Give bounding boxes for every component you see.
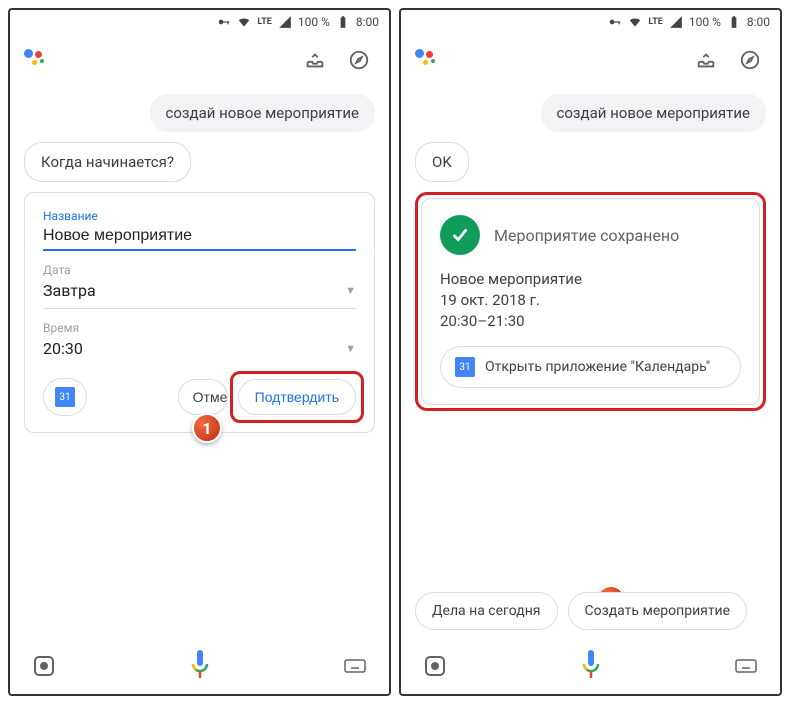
calendar-chip[interactable]: 31 bbox=[43, 378, 87, 416]
key-icon bbox=[217, 15, 231, 29]
assistant-logo-icon bbox=[24, 49, 46, 71]
open-calendar-label: Открыть приложение "Календарь" bbox=[485, 359, 710, 375]
battery-icon bbox=[727, 15, 741, 29]
lens-icon[interactable] bbox=[32, 654, 56, 678]
phone-right: LTE 100 % 8:00 создай новое мероприятие … bbox=[399, 8, 782, 696]
lte-label: LTE bbox=[648, 17, 663, 27]
bottom-bar bbox=[10, 638, 389, 694]
signal-icon bbox=[669, 15, 683, 29]
clock: 8:00 bbox=[356, 15, 379, 29]
chat-area: создай новое мероприятие Когда начинаетс… bbox=[10, 86, 389, 638]
header bbox=[10, 34, 389, 86]
chevron-down-icon: ▼ bbox=[345, 284, 356, 297]
highlight-box: Мероприятие сохранено Новое мероприятие … bbox=[415, 192, 766, 411]
clock: 8:00 bbox=[747, 15, 770, 29]
battery-icon bbox=[336, 15, 350, 29]
assistant-logo-icon bbox=[415, 49, 437, 71]
annotation-badge-1: 1 bbox=[192, 413, 222, 443]
header bbox=[401, 34, 780, 86]
time-label: Время bbox=[43, 321, 356, 335]
keyboard-icon[interactable] bbox=[734, 654, 758, 678]
event-form-card: Название Дата Завтра ▼ Время 20:30 ▼ 31 От… bbox=[24, 192, 375, 433]
key-icon bbox=[608, 15, 622, 29]
compass-icon[interactable] bbox=[734, 44, 766, 76]
mic-icon[interactable] bbox=[578, 650, 604, 682]
keyboard-icon[interactable] bbox=[343, 654, 367, 678]
status-bar: LTE 100 % 8:00 bbox=[401, 10, 780, 34]
calendar-icon: 31 bbox=[55, 387, 75, 407]
cancel-button[interactable]: Отмена bbox=[178, 379, 228, 415]
suggestion-row: Дела на сегодня Создать мероприятие bbox=[401, 592, 780, 638]
signal-icon bbox=[278, 15, 292, 29]
time-value: 20:30 bbox=[43, 339, 83, 358]
suggestion-chip[interactable]: Создать мероприятие bbox=[568, 592, 748, 630]
battery-pct: 100 % bbox=[298, 15, 330, 29]
user-message: создай новое мероприятие bbox=[150, 94, 375, 132]
date-label: Дата bbox=[43, 263, 356, 277]
status-bar: LTE 100 % 8:00 bbox=[10, 10, 389, 34]
wifi-icon bbox=[237, 15, 251, 29]
user-message: создай новое мероприятие bbox=[541, 94, 766, 132]
event-time: 20:30–21:30 bbox=[440, 311, 741, 332]
saved-label: Мероприятие сохранено bbox=[494, 226, 679, 245]
chevron-down-icon: ▼ bbox=[345, 342, 356, 355]
calendar-icon: 31 bbox=[455, 357, 475, 377]
chat-area: создай новое мероприятие OK Мероприятие … bbox=[401, 86, 780, 592]
lte-label: LTE bbox=[257, 17, 272, 27]
wifi-icon bbox=[628, 15, 642, 29]
event-title: Новое мероприятие bbox=[440, 269, 741, 290]
saved-card: Мероприятие сохранено Новое мероприятие … bbox=[421, 198, 760, 405]
annotation-badge-2: 2 bbox=[596, 585, 626, 592]
assistant-message: Когда начинается? bbox=[24, 142, 191, 182]
compass-icon[interactable] bbox=[343, 44, 375, 76]
inbox-icon[interactable] bbox=[690, 44, 722, 76]
open-calendar-button[interactable]: 31 Открыть приложение "Календарь" bbox=[440, 346, 741, 388]
title-label: Название bbox=[43, 209, 356, 223]
inbox-icon[interactable] bbox=[299, 44, 331, 76]
bottom-bar bbox=[401, 638, 780, 694]
confirm-button[interactable]: Подтвердить bbox=[238, 379, 356, 415]
phone-left: LTE 100 % 8:00 создай новое мероприятие … bbox=[8, 8, 391, 696]
check-icon bbox=[440, 215, 480, 255]
date-selector[interactable]: Завтра ▼ bbox=[43, 277, 356, 309]
mic-icon[interactable] bbox=[187, 650, 213, 682]
event-date: 19 окт. 2018 г. bbox=[440, 290, 741, 311]
assistant-message: OK bbox=[415, 142, 469, 182]
date-value: Завтра bbox=[43, 281, 96, 300]
title-input[interactable] bbox=[43, 223, 356, 251]
lens-icon[interactable] bbox=[423, 654, 447, 678]
suggestion-chip[interactable]: Дела на сегодня bbox=[415, 592, 558, 630]
battery-pct: 100 % bbox=[689, 15, 721, 29]
